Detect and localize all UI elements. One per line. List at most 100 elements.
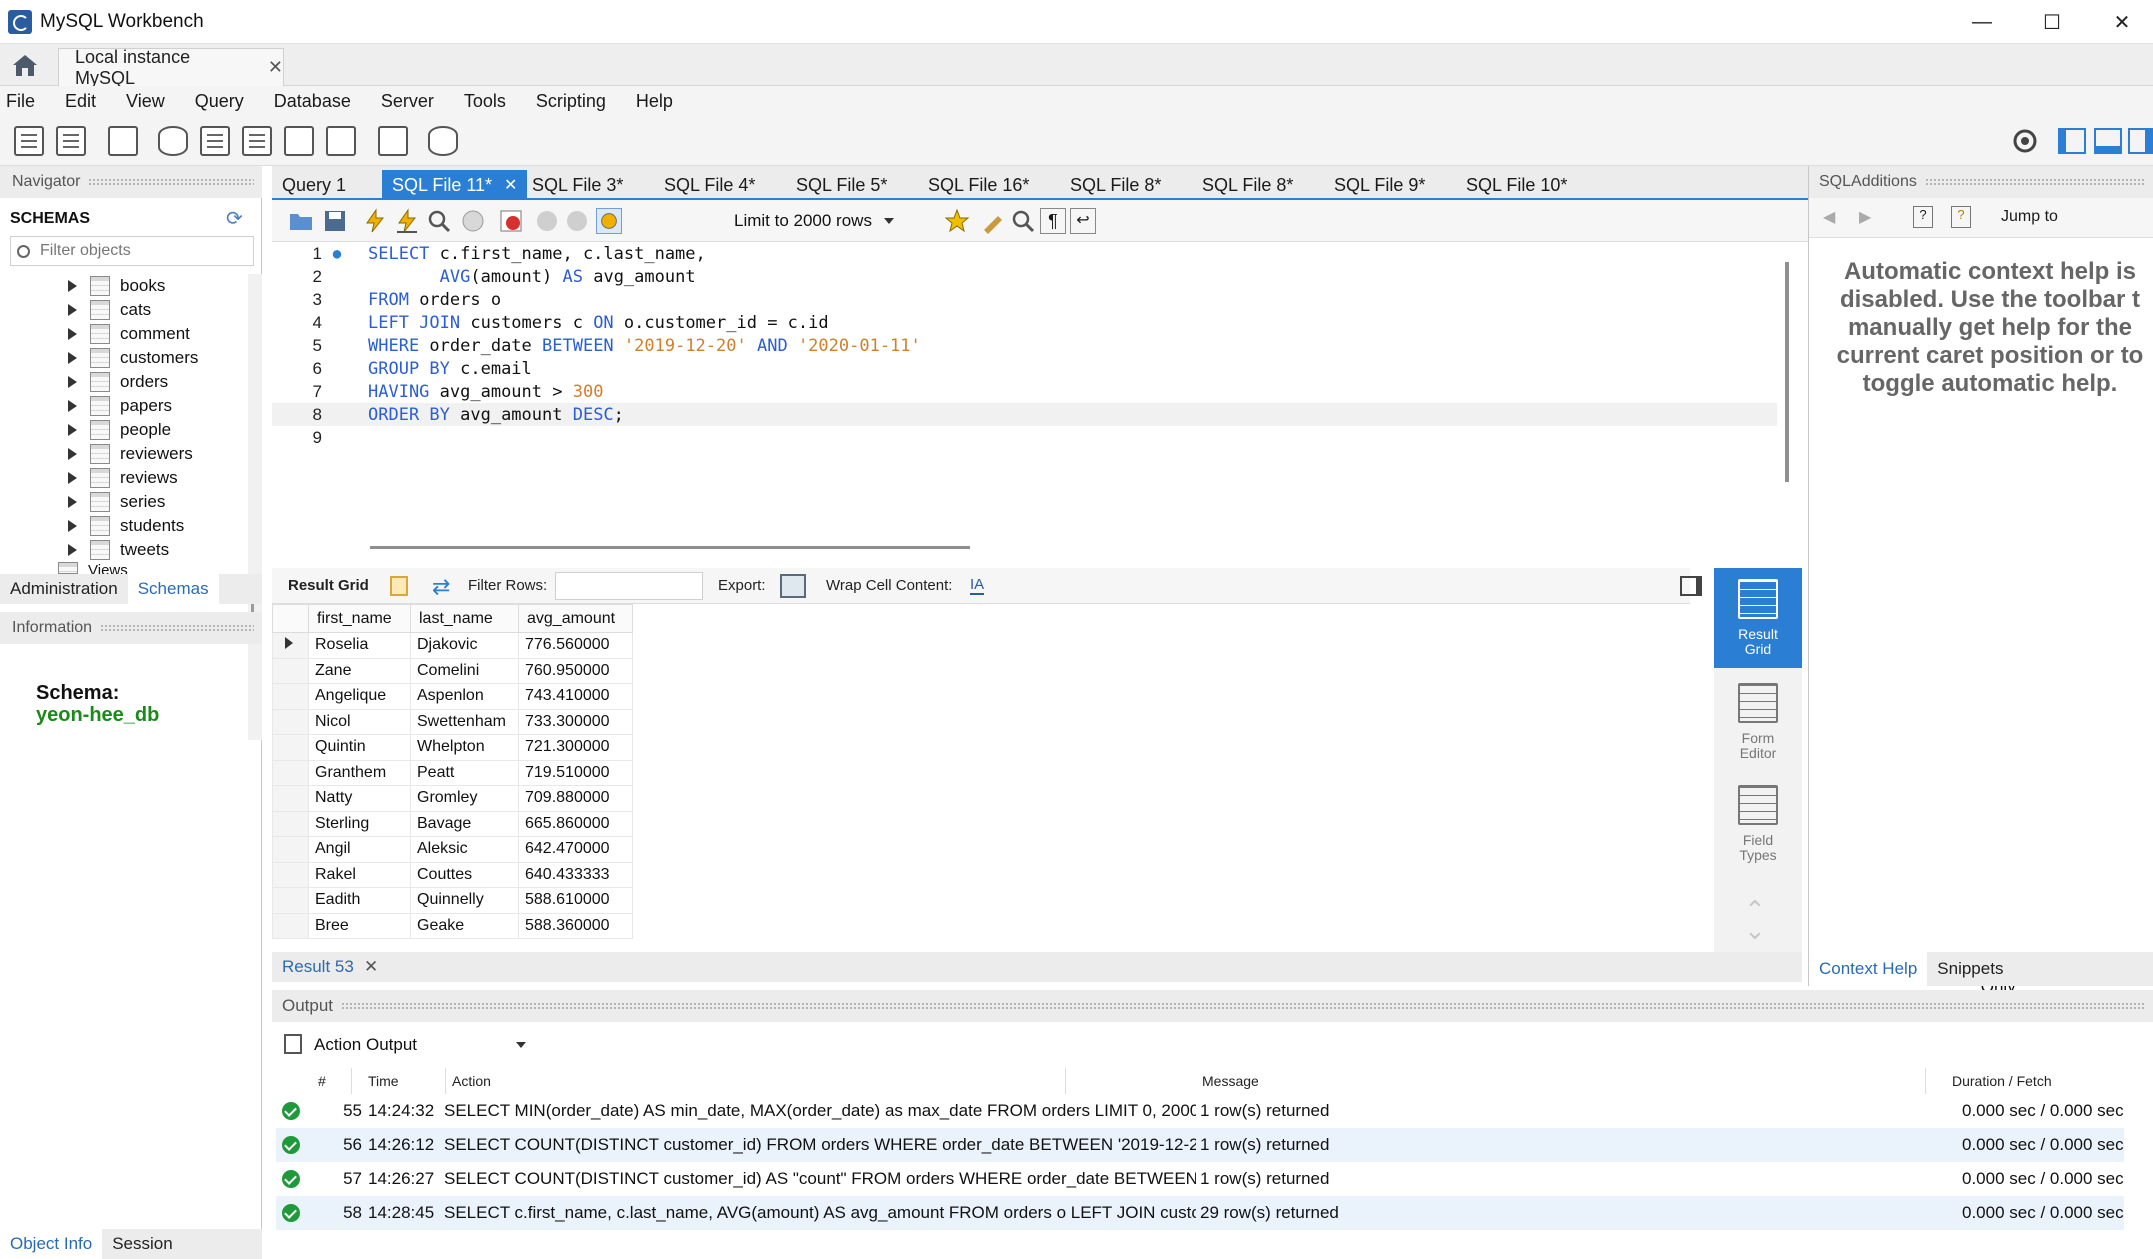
code-line[interactable]: 1 ● SELECT c.first_name, c.last_name, xyxy=(272,242,1777,265)
expand-arrow-icon[interactable] xyxy=(68,544,77,556)
table-row[interactable]: Rakel Couttes 640.433333 xyxy=(272,861,633,888)
grid-cell[interactable]: Sterling xyxy=(308,810,411,837)
expand-arrow-icon[interactable] xyxy=(68,400,77,412)
tab-session[interactable]: Session xyxy=(102,1229,182,1259)
grid-cell[interactable]: 760.950000 xyxy=(518,657,633,684)
grid-cell[interactable]: Granthem xyxy=(308,759,411,786)
code-line[interactable]: 7 HAVING avg_amount > 300 xyxy=(272,380,1777,403)
result-grid[interactable]: first_name last_name avg_amount Roselia D… xyxy=(272,604,1690,952)
commit-icon[interactable] xyxy=(534,208,560,234)
filter-objects-input[interactable]: Filter objects xyxy=(10,236,254,266)
grid-cell[interactable]: Natty xyxy=(308,785,411,812)
tab-sql-file-8b[interactable]: SQL File 8* xyxy=(1202,170,1293,200)
tree-item-papers[interactable]: papers xyxy=(0,394,248,418)
row-selector[interactable] xyxy=(272,657,309,684)
home-icon[interactable] xyxy=(10,52,40,78)
grid-cell[interactable]: 776.560000 xyxy=(518,632,633,659)
grid-cell[interactable]: 640.433333 xyxy=(518,861,633,888)
row-selector[interactable] xyxy=(272,785,309,812)
tab-sql-file-8[interactable]: SQL File 8* xyxy=(1070,170,1161,200)
menu-help[interactable]: Help xyxy=(636,91,673,112)
row-selector[interactable] xyxy=(272,836,309,863)
code-line[interactable]: 2 AVG(amount) AS avg_amount xyxy=(272,265,1777,288)
tab-query-1[interactable]: Query 1 xyxy=(282,170,346,200)
editor-vertical-scrollbar[interactable] xyxy=(1785,262,1789,482)
grid-cell[interactable]: Geake xyxy=(410,912,519,939)
grid-cell[interactable]: 733.300000 xyxy=(518,708,633,735)
row-selector[interactable] xyxy=(272,734,309,761)
expand-arrow-icon[interactable] xyxy=(68,280,77,292)
column-header-avg-amount[interactable]: avg_amount xyxy=(518,604,633,633)
result-grid-label[interactable]: Result Grid xyxy=(288,577,369,594)
connection-tab-local-instance[interactable]: Local instance MySQL ✕ xyxy=(58,47,284,88)
tree-item-orders[interactable]: orders xyxy=(0,370,248,394)
beautify-icon[interactable] xyxy=(980,208,1006,234)
table-row[interactable]: Angil Aleksic 642.470000 xyxy=(272,836,633,863)
grid-cell[interactable]: Aleksic xyxy=(410,836,519,863)
row-selector[interactable] xyxy=(272,810,309,837)
more-views-chevron-icon[interactable]: ⌃ ⌄ xyxy=(1744,897,1766,943)
code-line[interactable]: 5 WHERE order_date BETWEEN '2019-12-20' A… xyxy=(272,334,1777,357)
menu-scripting[interactable]: Scripting xyxy=(536,91,606,112)
grid-cell[interactable]: Couttes xyxy=(410,861,519,888)
tree-item-reviews[interactable]: reviews xyxy=(0,466,248,490)
tree-item-books[interactable]: books xyxy=(0,274,248,298)
close-window-button[interactable]: ✕ xyxy=(2090,4,2153,40)
wrap-lines-icon[interactable]: ↩ xyxy=(1070,208,1096,234)
find-icon[interactable] xyxy=(1010,208,1036,234)
table-row[interactable]: Nicol Swettenham 733.300000 xyxy=(272,708,633,735)
navigator-scrollbar[interactable] xyxy=(248,274,262,740)
tree-item-cats[interactable]: cats xyxy=(0,298,248,322)
grid-cell[interactable]: Swettenham xyxy=(410,708,519,735)
tab-administration[interactable]: Administration xyxy=(0,574,128,604)
toggle-sidebar-icon[interactable] xyxy=(2058,128,2086,154)
tab-snippets[interactable]: Snippets xyxy=(1927,952,2013,986)
grid-cell[interactable]: Quintin xyxy=(308,734,411,761)
jump-to-label[interactable]: Jump to xyxy=(2001,208,2058,226)
search-table-data-icon[interactable] xyxy=(378,126,408,156)
menu-file[interactable]: File xyxy=(6,91,35,112)
grid-cell[interactable]: Roselia xyxy=(308,632,411,659)
toggle-secondary-sidebar-icon[interactable] xyxy=(2128,128,2153,154)
tab-sql-file-4[interactable]: SQL File 4* xyxy=(664,170,755,200)
settings-gear-icon[interactable] xyxy=(2012,128,2038,154)
back-arrow-icon[interactable]: ◀ xyxy=(1823,207,1835,227)
grid-cell[interactable]: Whelpton xyxy=(410,734,519,761)
refresh-schemas-icon[interactable]: ⟳ xyxy=(226,206,243,231)
tab-sql-file-11[interactable]: SQL File 11* ✕ xyxy=(382,170,528,200)
expand-arrow-icon[interactable] xyxy=(68,304,77,316)
expand-arrow-icon[interactable] xyxy=(68,448,77,460)
execute-icon[interactable] xyxy=(362,208,388,234)
autocommit-icon[interactable] xyxy=(596,208,622,234)
output-row[interactable]: 58 14:28:45 SELECT c.first_name, c.last_na… xyxy=(276,1196,2124,1230)
row-selector[interactable] xyxy=(272,759,309,786)
open-folder-icon[interactable] xyxy=(288,208,314,234)
menu-query[interactable]: Query xyxy=(195,91,244,112)
grid-cell[interactable]: Eadith xyxy=(308,887,411,914)
grid-cell[interactable]: Djakovic xyxy=(410,632,519,659)
grid-cell[interactable]: 709.880000 xyxy=(518,785,633,812)
editor-horizontal-scrollbar[interactable] xyxy=(370,546,970,549)
table-row[interactable]: Eadith Quinnelly 588.610000 xyxy=(272,887,633,914)
filter-rows-input[interactable] xyxy=(555,572,703,600)
expand-arrow-icon[interactable] xyxy=(68,328,77,340)
column-header-first-name[interactable]: first_name xyxy=(308,604,411,633)
column-header-last-name[interactable]: last_name xyxy=(410,604,519,633)
table-row[interactable]: Bree Geake 588.360000 xyxy=(272,912,633,939)
row-selector[interactable] xyxy=(272,683,309,710)
tree-item-series[interactable]: series xyxy=(0,490,248,514)
tab-sql-file-9[interactable]: SQL File 9* xyxy=(1334,170,1425,200)
minimize-button[interactable]: — xyxy=(1950,4,2014,40)
toggle-result-panel-icon[interactable] xyxy=(1680,576,1702,596)
code-line[interactable]: 9 xyxy=(272,426,1777,449)
expand-arrow-icon[interactable] xyxy=(68,496,77,508)
tree-item-students[interactable]: students xyxy=(0,514,248,538)
grid-cell[interactable]: 665.860000 xyxy=(518,810,633,837)
open-sql-script-icon[interactable] xyxy=(56,126,86,156)
grid-cell[interactable]: Angelique xyxy=(308,683,411,710)
tree-item-comment[interactable]: comment xyxy=(0,322,248,346)
add-snippet-star-icon[interactable] xyxy=(944,208,970,234)
close-connection-tab-icon[interactable]: ✕ xyxy=(268,57,283,78)
tree-item-tweets[interactable]: tweets xyxy=(0,538,248,562)
tree-item-customers[interactable]: customers xyxy=(0,346,248,370)
